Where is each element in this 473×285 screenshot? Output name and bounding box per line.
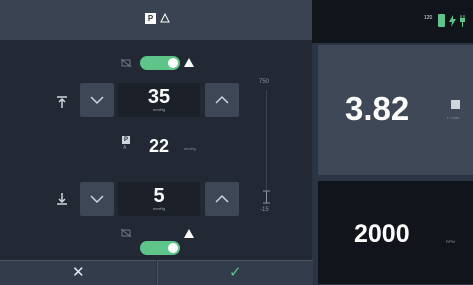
pressure-limits-panel: 35 mmHg P A 22 mmHg 5 mmHg 750 -15: [0, 40, 312, 260]
flow-readout: 3.82 L / min: [318, 45, 473, 175]
pressure-badge: P: [145, 13, 156, 24]
warning-triangle-icon: [160, 13, 170, 23]
chevron-up-icon: [215, 95, 229, 104]
upper-limit-icon: [57, 96, 67, 108]
check-icon: ✓: [229, 264, 242, 281]
lower-limit-icon: [57, 193, 67, 205]
upper-limit-unit: mmHg: [153, 107, 165, 112]
current-pressure-unit: mmHg: [184, 146, 196, 151]
alarm-off-icon: [120, 58, 132, 68]
flow-value: 3.82: [345, 90, 410, 127]
lower-increase-button[interactable]: [205, 182, 239, 216]
speed-unit: RPM: [446, 239, 455, 244]
upper-indicator-triangle-icon: [184, 58, 194, 67]
power-plug-icon: [460, 15, 465, 27]
lower-limit-unit: mmHg: [153, 206, 165, 211]
scale-marker-icon: [263, 190, 270, 204]
battery-percent: 120: [424, 15, 433, 21]
chevron-down-icon: [90, 195, 104, 204]
battery-icon: [438, 14, 445, 27]
confirm-button[interactable]: ✓: [157, 260, 313, 285]
chevron-down-icon: [90, 96, 104, 105]
upper-alarm-toggle[interactable]: [140, 56, 180, 70]
upper-decrease-button[interactable]: [80, 83, 114, 117]
upper-limit-value: 35: [147, 86, 171, 108]
current-pressure-badge: P: [122, 136, 130, 144]
scale-track: [266, 90, 267, 190]
lower-indicator-triangle-icon: [184, 229, 194, 238]
status-bar: 120: [312, 0, 473, 43]
upper-increase-button[interactable]: [205, 83, 239, 117]
left-header: P: [0, 0, 312, 40]
scale-max-label: 750: [259, 79, 270, 85]
lower-limit-value: 5: [153, 185, 165, 207]
toggle-knob: [168, 243, 178, 253]
toggle-knob: [168, 58, 178, 68]
alarm-off-icon: [120, 228, 132, 238]
close-icon: ✕: [72, 264, 85, 281]
speed-readout: 2000 RPM: [318, 181, 473, 284]
charging-bolt-icon: [449, 15, 456, 27]
lower-decrease-button[interactable]: [80, 182, 114, 216]
chevron-up-icon: [215, 194, 229, 203]
flow-sensor-icon: [451, 100, 460, 109]
upper-limit-display: 35 mmHg: [118, 83, 200, 117]
cancel-button[interactable]: ✕: [0, 260, 156, 285]
current-pressure-subscript: A: [123, 145, 127, 151]
lower-alarm-toggle[interactable]: [140, 241, 180, 255]
speed-value: 2000: [354, 220, 410, 248]
current-pressure-value: 22: [149, 136, 170, 156]
lower-limit-display: 5 mmHg: [118, 182, 200, 216]
scale-min-label: -15: [260, 207, 269, 213]
flow-unit: L / min: [447, 115, 459, 120]
